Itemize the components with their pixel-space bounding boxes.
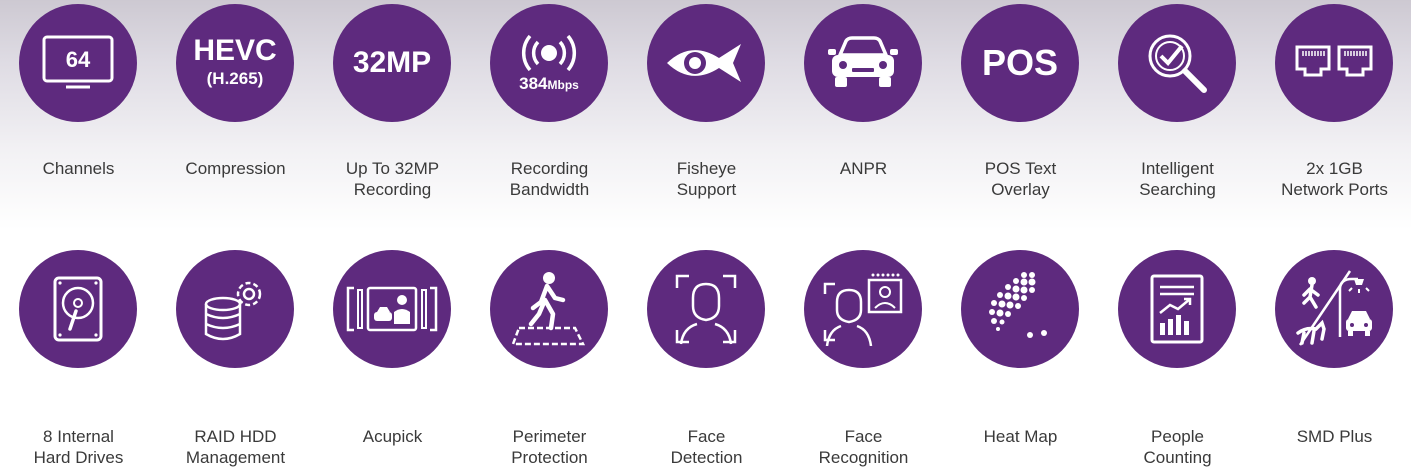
feature-label: ANPR: [839, 159, 888, 178]
resolution-badge-icon: 32MP: [333, 4, 451, 122]
feature-label: SMD Plus: [1296, 427, 1373, 446]
monitor-number: 64: [66, 47, 91, 72]
face-detection-icon: [647, 250, 765, 368]
badge-title: HEVC: [193, 33, 277, 67]
feature-label: 2x 1GB Network Ports: [1281, 159, 1388, 199]
people-counting-report-icon: [1118, 250, 1236, 368]
walking-person-icon: [490, 250, 608, 368]
car-icon: [804, 4, 922, 122]
feature-label: 8 Internal Hard Drives: [33, 427, 124, 467]
feature-label: POS Text Overlay: [984, 159, 1057, 199]
feature-label: Face Recognition: [818, 427, 909, 467]
feature-label: Heat Map: [983, 427, 1058, 446]
feature-label: RAID HDD Management: [185, 427, 286, 467]
feature-label: Fisheye Support: [676, 159, 737, 199]
fisheye-icon: [647, 4, 765, 122]
heat-map-icon: [961, 250, 1079, 368]
badge-text: 32MP: [352, 46, 432, 79]
feature-label: Intelligent Searching: [1139, 159, 1216, 199]
network-ports-icon: [1275, 4, 1393, 122]
smd-plus-icon: [1275, 250, 1393, 368]
badge-subtitle: (H.265): [206, 68, 264, 88]
feature-grid: 64 Channels HEVC (H.265) Compression 32M…: [0, 0, 1411, 471]
magnifier-check-icon: [1118, 4, 1236, 122]
feature-label: Recording Bandwidth: [509, 159, 590, 199]
feature-label: Acupick: [362, 427, 423, 446]
feature-label: Channels: [42, 159, 115, 178]
hard-drive-icon: [19, 250, 137, 368]
pos-badge-icon: POS: [961, 4, 1079, 122]
monitor-icon: 64: [19, 4, 137, 122]
badge-text: POS: [981, 42, 1059, 83]
feature-label: Perimeter Protection: [511, 427, 588, 467]
database-gear-icon: [176, 250, 294, 368]
broadcast-icon: 384Mbps: [490, 4, 608, 122]
acupick-icon: [333, 250, 451, 368]
feature-label: Up To 32MP Recording: [345, 159, 440, 199]
feature-label: People Counting: [1143, 427, 1212, 467]
bandwidth-value: 384: [519, 74, 548, 93]
compression-badge-icon: HEVC (H.265): [176, 4, 294, 122]
feature-label: Compression: [185, 159, 286, 178]
bandwidth-unit: Mbps: [547, 78, 579, 92]
feature-label: Face Detection: [670, 427, 743, 467]
face-recognition-icon: [804, 250, 922, 368]
